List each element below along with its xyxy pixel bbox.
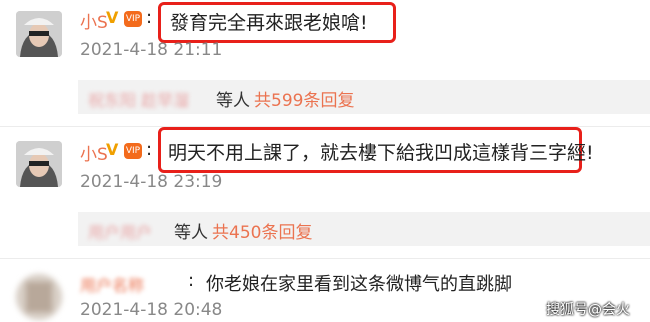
avatar-image: [16, 274, 62, 320]
comment-time: 2021-4-18 21:11: [80, 40, 223, 60]
divider: [0, 258, 650, 259]
avatar-image: [16, 141, 62, 187]
comment-colon: :: [146, 139, 153, 160]
comment-colon: :: [146, 7, 153, 28]
reply-deng-label: 等人: [174, 223, 208, 243]
comment-text: 你老娘在家里看到这条微博气的直跳脚: [206, 274, 512, 295]
username[interactable]: 小S: [80, 140, 108, 165]
username-blurred[interactable]: 用户名称: [80, 272, 144, 296]
comment-text: 發育完全再來跟老娘嗆!: [170, 12, 368, 34]
avatar[interactable]: [16, 11, 62, 57]
reply-usernames-blurred: 祝东阳 趁早溜: [88, 91, 190, 110]
verified-v-icon: V: [106, 140, 119, 159]
reply-count-link[interactable]: 共599条回复: [254, 86, 354, 111]
vip-badge-icon: VIP: [124, 11, 142, 27]
reply-deng-label: 等人: [216, 91, 250, 111]
avatar[interactable]: [16, 141, 62, 187]
avatar-image: [16, 11, 62, 57]
watermark: 搜狐号@会火: [546, 302, 630, 318]
comment-time: 2021-4-18 20:48: [80, 300, 223, 320]
reply-count-link[interactable]: 共450条回复: [212, 218, 312, 243]
username[interactable]: 小S: [80, 8, 108, 33]
avatar[interactable]: [16, 274, 62, 320]
reply-usernames-blurred: 用户用户: [88, 223, 153, 242]
reply-summary-bar[interactable]: 祝东阳 趁早溜 等人 共599条回复: [78, 80, 650, 114]
vip-badge-icon: VIP: [124, 143, 142, 159]
comment-text: 明天不用上課了，就去樓下給我凹成這樣背三字經!: [168, 142, 594, 164]
comment-time: 2021-4-18 23:19: [80, 172, 223, 192]
comment-colon: :: [188, 270, 195, 291]
verified-v-icon: V: [106, 8, 119, 27]
reply-summary-bar[interactable]: 用户用户 等人 共450条回复: [78, 212, 650, 246]
